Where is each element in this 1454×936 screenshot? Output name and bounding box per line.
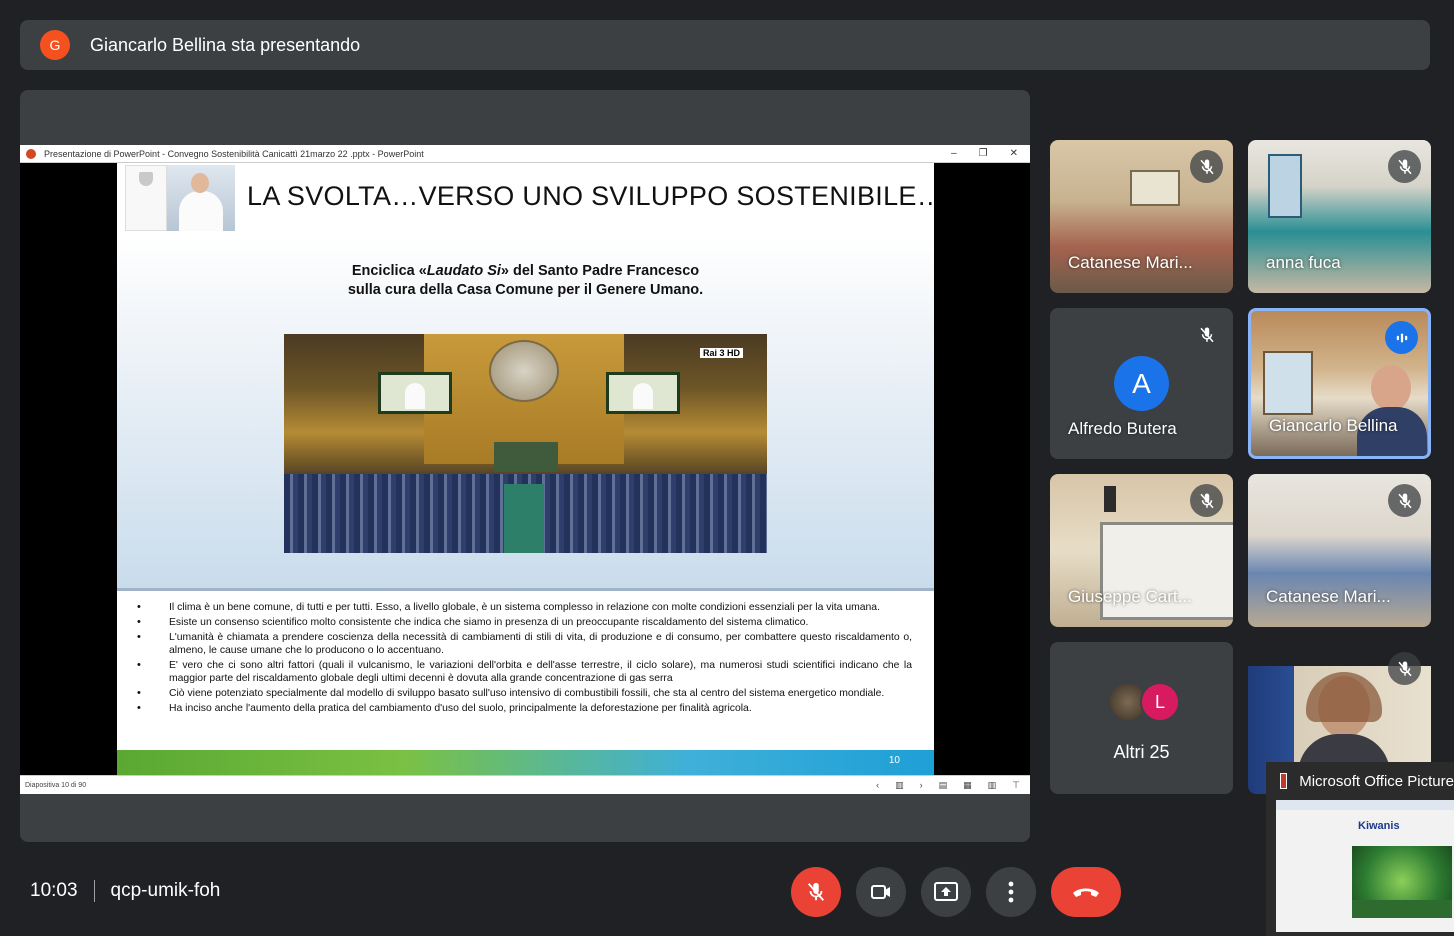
slide-bullet-list: Il clima è un bene comune, di tutti e pe…	[137, 601, 912, 717]
presenter-label: Giancarlo Bellina sta presentando	[90, 34, 361, 55]
powerpoint-titlebar: Presentazione di PowerPoint - Convegno S…	[20, 145, 1030, 163]
un-emblem	[489, 340, 559, 402]
slide-subtitle: Enciclica «Laudato Si» del Santo Padre F…	[347, 263, 704, 298]
powerpoint-statusbar: Diapositiva 10 di 90 ‹ ▥ › ▤ ▦ ▥ ⊤	[20, 775, 1030, 794]
slide-title: LA SVOLTA…VERSO UNO SVILUPPO SOSTENIBILE…	[247, 181, 934, 211]
leave-call-button[interactable]	[1051, 867, 1121, 917]
bullet-item: Ha inciso anche l'aumento della pratica …	[137, 702, 912, 715]
participant-tile[interactable]: A Alfredo Butera	[1050, 308, 1233, 459]
bullet-item: L'umanità è chiamata a prendere coscienz…	[137, 631, 912, 657]
reading-view-icon[interactable]: ▥	[988, 780, 997, 791]
bullet-item: Ciò viene potenziato specialmente dal mo…	[137, 687, 912, 700]
participant-name: Catanese Mari...	[1068, 253, 1193, 272]
slide: LA SVOLTA…VERSO UNO SVILUPPO SOSTENIBILE…	[117, 163, 934, 775]
mic-off-icon	[807, 882, 825, 901]
un-assembly-photo: Rai 3 HD	[284, 334, 767, 553]
normal-view-icon[interactable]: ▤	[939, 780, 948, 791]
participant-name: Giuseppe Cart...	[1068, 587, 1192, 606]
mic-off-icon	[1190, 150, 1223, 183]
presentation-stage[interactable]: Presentazione di PowerPoint - Convegno S…	[20, 90, 1030, 842]
picture-manager-icon	[1280, 773, 1288, 789]
bullet-item: Esiste un consenso scientifico molto con…	[137, 616, 912, 629]
previous-slide-icon[interactable]: ‹	[876, 780, 879, 791]
participant-name: Alfredo Butera	[1068, 419, 1177, 438]
camera-toggle-button[interactable]	[856, 867, 906, 917]
thumbnail-brand: Kiwanis	[1358, 820, 1400, 832]
bullet-item: E' vero che ci sono altri fattori (quali…	[137, 659, 912, 685]
others-tile[interactable]: L Altri 25	[1050, 642, 1233, 794]
participant-mini-avatar: L	[1140, 682, 1180, 722]
meeting-time: 10:03	[30, 880, 78, 901]
restore-icon[interactable]: ❐	[979, 148, 988, 159]
participant-tile[interactable]: Catanese Mari...	[1050, 140, 1233, 293]
preview-window-title: Microsoft Office Picture	[1299, 772, 1454, 790]
mic-off-icon	[1388, 150, 1421, 183]
present-screen-icon	[934, 882, 958, 901]
participant-tile[interactable]: Giuseppe Cart...	[1050, 474, 1233, 627]
slide-page-number: 10	[888, 755, 900, 766]
mic-off-icon	[1388, 484, 1421, 517]
taskbar-window-preview[interactable]: Microsoft Office Picture Kiwanis	[1266, 762, 1454, 936]
powerpoint-window-title: Presentazione di PowerPoint - Convegno S…	[44, 148, 424, 159]
divider	[93, 880, 95, 902]
pope-photo	[167, 165, 235, 231]
slide-counter: Diapositiva 10 di 90	[25, 781, 87, 789]
microphone-toggle-button[interactable]	[791, 867, 841, 917]
menu-icon[interactable]: ▥	[895, 780, 904, 791]
slide-footer-band: 10	[117, 750, 934, 775]
participant-name: Catanese Mari...	[1266, 587, 1391, 606]
mic-off-icon	[1190, 484, 1223, 517]
presenter-avatar: G	[40, 30, 70, 60]
more-options-button[interactable]	[986, 867, 1036, 917]
hang-up-icon	[1073, 888, 1099, 897]
meeting-info: 10:03 qcp-umik-foh	[30, 880, 220, 902]
slide-text-area: Il clima è un bene comune, di tutti e pe…	[117, 588, 934, 753]
tv-channel-badge: Rai 3 HD	[699, 348, 743, 358]
meeting-code: qcp-umik-foh	[110, 880, 221, 901]
minimize-icon[interactable]: –	[951, 148, 957, 159]
mic-off-icon	[1190, 318, 1223, 351]
camera-icon	[871, 885, 890, 899]
other-participants-count: Altri 25	[1113, 742, 1170, 762]
preview-thumbnail: Kiwanis	[1276, 800, 1454, 932]
slideshow-icon[interactable]: ⊤	[1012, 780, 1020, 791]
participant-tile[interactable]: anna fuca	[1248, 140, 1431, 293]
slide-sorter-icon[interactable]: ▦	[963, 780, 972, 791]
present-screen-button[interactable]	[921, 867, 971, 917]
participant-tile-active-speaker[interactable]: Giancarlo Bellina	[1248, 308, 1431, 459]
participant-name: anna fuca	[1266, 253, 1341, 272]
presenter-banner: G Giancarlo Bellina sta presentando	[20, 20, 1430, 70]
close-icon[interactable]: ✕	[1010, 148, 1018, 159]
slide-subtitle-line2: sulla cura della Casa Comune per il Gene…	[347, 282, 704, 298]
participant-tile[interactable]: Catanese Mari...	[1248, 474, 1431, 627]
more-vert-icon	[1008, 881, 1014, 903]
powerpoint-logo-icon	[26, 148, 36, 159]
speaking-indicator-icon	[1385, 321, 1418, 354]
powerpoint-window: Presentazione di PowerPoint - Convegno S…	[20, 145, 1030, 794]
participant-name: Giancarlo Bellina	[1269, 416, 1398, 435]
bullet-item: Il clima è un bene comune, di tutti e pe…	[137, 601, 912, 614]
school-crest-logo	[125, 165, 167, 231]
participant-avatar: A	[1114, 356, 1169, 411]
mic-off-icon	[1388, 652, 1421, 685]
next-slide-icon[interactable]: ›	[920, 780, 923, 791]
